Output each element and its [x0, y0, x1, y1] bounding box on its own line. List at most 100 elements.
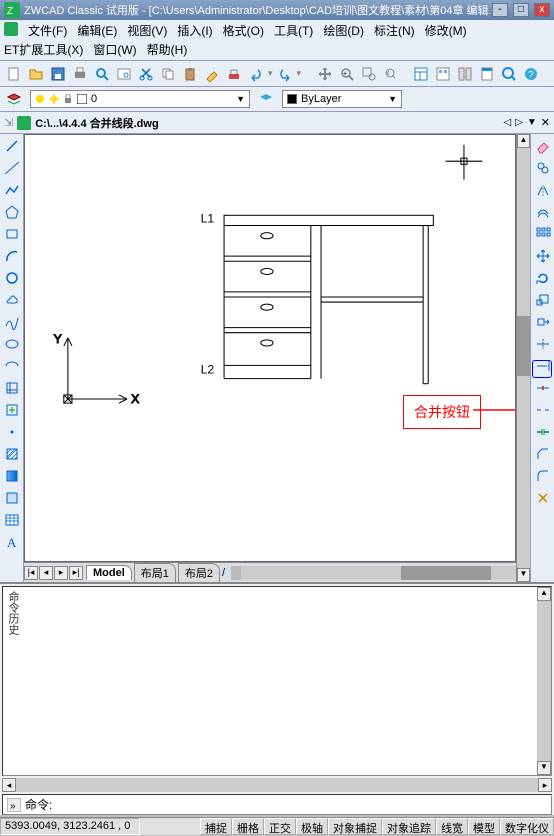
status-grid[interactable]: 栅格 [232, 818, 264, 835]
join-button[interactable] [533, 422, 553, 442]
open-button[interactable] [26, 64, 46, 84]
xline-button[interactable] [2, 158, 22, 178]
gradient-button[interactable] [2, 466, 22, 486]
cut-button[interactable] [136, 64, 156, 84]
tab-layout1[interactable]: 布局1 [134, 563, 176, 582]
erase-button[interactable] [533, 136, 553, 156]
canvas-vscroll[interactable]: ▲ ▼ [516, 134, 530, 582]
insert-block-button[interactable] [2, 378, 22, 398]
menu-insert[interactable]: 插入(I) [177, 22, 212, 39]
move-button[interactable] [533, 246, 553, 266]
sheet-set-button[interactable] [477, 64, 497, 84]
doc-tab[interactable]: C:\...\4.4.4 合并线段.dwg [17, 115, 158, 131]
table-button[interactable] [2, 510, 22, 530]
explode-button[interactable] [533, 488, 553, 508]
mtext-button[interactable]: A [2, 532, 22, 552]
circle-button[interactable] [2, 268, 22, 288]
command-history[interactable]: 命令历史 ▲ ▼ [2, 586, 552, 776]
break-button[interactable] [533, 400, 553, 420]
find-button[interactable] [114, 64, 134, 84]
menu-modify[interactable]: 修改(M) [425, 22, 467, 39]
menu-tools[interactable]: 工具(T) [274, 22, 313, 39]
doc-nav-right-icon[interactable]: ▷ [515, 117, 523, 128]
menu-dimension[interactable]: 标注(N) [374, 22, 415, 39]
save-button[interactable] [48, 64, 68, 84]
ellipse-arc-button[interactable] [2, 356, 22, 376]
status-model[interactable]: 模型 [468, 818, 500, 835]
tab-first-button[interactable]: |◂ [24, 566, 38, 580]
doc-nav-menu-icon[interactable]: ▼ [527, 117, 537, 128]
status-snap[interactable]: 捕捉 [200, 818, 232, 835]
zoom-prev-button[interactable] [381, 64, 401, 84]
layer-manager-button[interactable] [4, 89, 24, 109]
menu-edit[interactable]: 编辑(E) [77, 22, 117, 39]
mirror-button[interactable] [533, 180, 553, 200]
array-button[interactable] [533, 224, 553, 244]
redo-button[interactable] [275, 64, 295, 84]
help-button[interactable]: ? [521, 64, 541, 84]
layer-combo[interactable]: 0 ▼ [30, 90, 250, 108]
copy-button[interactable] [158, 64, 178, 84]
clean-button[interactable] [224, 64, 244, 84]
status-otrack[interactable]: 对象追踪 [382, 818, 436, 835]
paste-button[interactable] [180, 64, 200, 84]
region-button[interactable] [2, 488, 22, 508]
coord-readout[interactable]: 5393.0049, 3123.2461 , 0 [0, 818, 140, 835]
doc-close-icon[interactable]: ✕ [541, 116, 550, 129]
tab-next-button[interactable]: ▸ [54, 566, 68, 580]
rect-button[interactable] [2, 224, 22, 244]
properties-button[interactable] [411, 64, 431, 84]
line-button[interactable] [2, 136, 22, 156]
minimize-button[interactable]: - [492, 3, 508, 17]
stretch-button[interactable] [533, 312, 553, 332]
spline-button[interactable] [2, 312, 22, 332]
command-hscroll[interactable]: ◂▸ [2, 778, 552, 792]
menu-format[interactable]: 格式(O) [223, 22, 264, 39]
undo-button[interactable] [246, 64, 266, 84]
menu-window[interactable]: 窗口(W) [93, 41, 136, 58]
ellipse-button[interactable] [2, 334, 22, 354]
app-menu-icon[interactable] [4, 22, 18, 36]
tab-last-button[interactable]: ▸| [69, 566, 83, 580]
status-lwt[interactable]: 线宽 [436, 818, 468, 835]
hatch-button[interactable] [2, 444, 22, 464]
preview-button[interactable] [92, 64, 112, 84]
menu-help[interactable]: 帮助(H) [147, 41, 188, 58]
break-pt-button[interactable] [533, 378, 553, 398]
layer-prev-button[interactable] [256, 89, 276, 109]
copy-obj-button[interactable] [533, 158, 553, 178]
menu-et[interactable]: ET扩展工具(X) [4, 41, 83, 58]
new-button[interactable] [4, 64, 24, 84]
tab-layout2[interactable]: 布局2 [178, 563, 220, 582]
chamfer-button[interactable] [533, 444, 553, 464]
fillet-button[interactable] [533, 466, 553, 486]
canvas-hscroll[interactable] [231, 566, 516, 580]
polygon-button[interactable] [2, 202, 22, 222]
color-combo[interactable]: ByLayer ▼ [282, 90, 402, 108]
tab-prev-button[interactable]: ◂ [39, 566, 53, 580]
print-button[interactable] [70, 64, 90, 84]
drawing-canvas[interactable]: Y X [24, 134, 516, 562]
menu-draw[interactable]: 绘图(D) [323, 22, 364, 39]
status-ortho[interactable]: 正交 [264, 818, 296, 835]
pin-icon[interactable]: ⇲ [4, 116, 13, 129]
match-button[interactable] [202, 64, 222, 84]
calc-button[interactable] [499, 64, 519, 84]
point-button[interactable] [2, 422, 22, 442]
scale-button[interactable] [533, 290, 553, 310]
tab-model[interactable]: Model [86, 565, 132, 580]
zoom-window-button[interactable] [359, 64, 379, 84]
zoom-rt-button[interactable]: + [337, 64, 357, 84]
status-osnap[interactable]: 对象捕捉 [328, 818, 382, 835]
arc-button[interactable] [2, 246, 22, 266]
menu-view[interactable]: 视图(V) [127, 22, 167, 39]
revcloud-button[interactable] [2, 290, 22, 310]
pan-button[interactable] [315, 64, 335, 84]
doc-nav-left-icon[interactable]: ◁ [503, 117, 511, 128]
design-center-button[interactable] [433, 64, 453, 84]
make-block-button[interactable] [2, 400, 22, 420]
rotate-button[interactable] [533, 268, 553, 288]
command-input[interactable] [56, 798, 547, 812]
restore-button[interactable]: □ [513, 3, 529, 17]
pline-button[interactable] [2, 180, 22, 200]
